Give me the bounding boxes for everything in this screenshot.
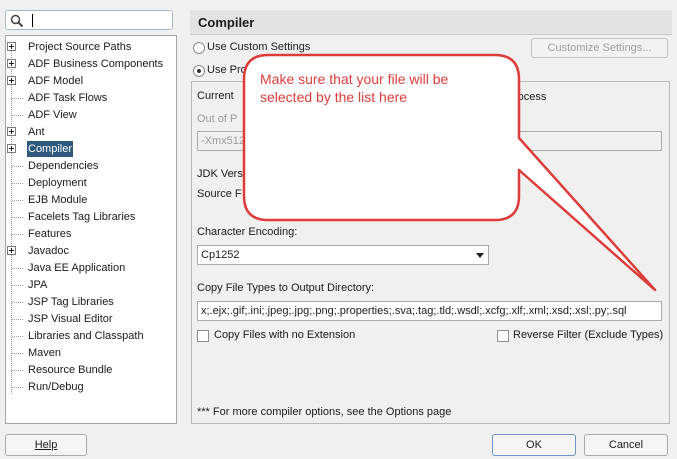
help-button[interactable]: Help	[5, 434, 87, 456]
ok-button[interactable]: OK	[492, 434, 576, 456]
help-button-label: Help	[34, 439, 58, 451]
callout-line-1: Make sure that your file will be	[260, 71, 449, 87]
cancel-button[interactable]: Cancel	[584, 434, 668, 456]
callout-text: Make sure that your file will be selecte…	[260, 70, 500, 106]
callout-line-2: selected by the list here	[260, 89, 408, 105]
callout-shape	[242, 53, 657, 292]
ok-button-label: OK	[526, 439, 542, 451]
cancel-button-label: Cancel	[608, 439, 644, 451]
